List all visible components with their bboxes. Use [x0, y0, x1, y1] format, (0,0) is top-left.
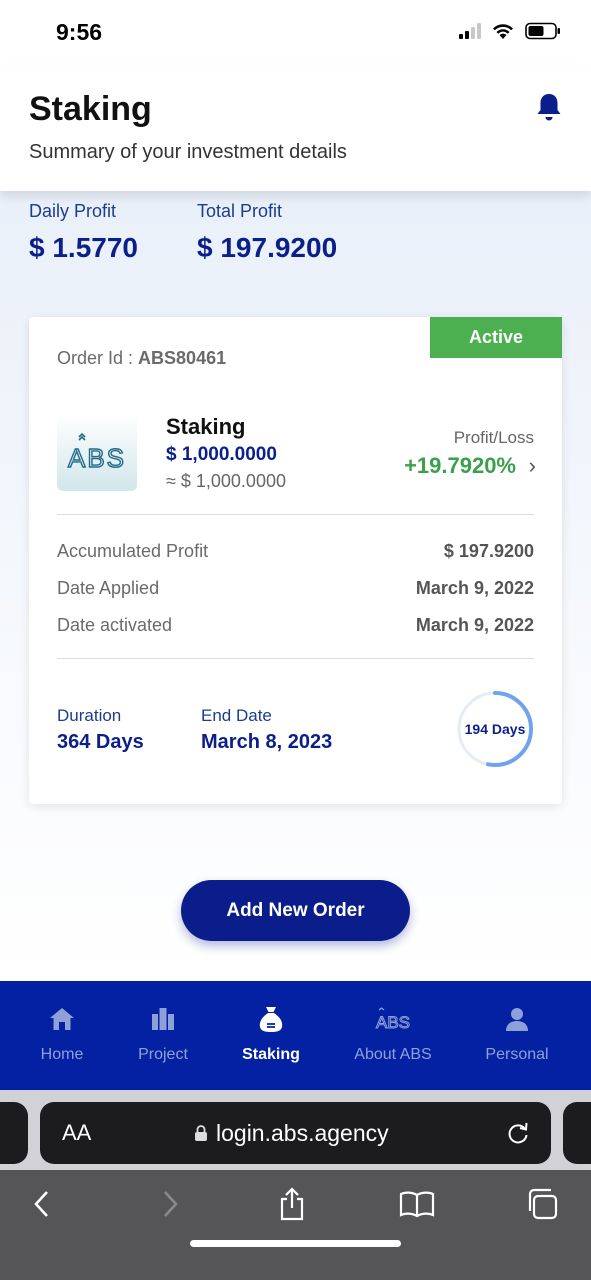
nav-item-personal[interactable]: Personal: [477, 981, 557, 1090]
total-profit-value: $ 197.9200: [197, 232, 338, 263]
notification-bell-icon[interactable]: [535, 92, 563, 122]
daily-profit: Daily Profit $ 1.5770: [29, 201, 138, 264]
profit-loss-value: +19.7920%: [404, 453, 516, 478]
person-icon: [506, 1008, 528, 1031]
page-header: Staking Summary of your investment detai…: [0, 66, 591, 191]
url-display[interactable]: login.abs.agency: [194, 1120, 389, 1147]
chevron-left-icon: [34, 1191, 48, 1217]
next-tab-peek[interactable]: [563, 1102, 591, 1164]
abs-logo-icon: ABS: [375, 1007, 411, 1032]
nav-item-project[interactable]: Project: [123, 981, 203, 1090]
nav-label-home: Home: [40, 1046, 84, 1063]
divider: [57, 658, 534, 659]
date-activated-label: Date activated: [57, 615, 173, 635]
building-icon: [152, 1008, 174, 1030]
abs-logo: ABS: [57, 414, 137, 491]
date-applied-value: March 9, 2022: [415, 578, 534, 598]
duration-value: 364 Days: [57, 731, 144, 753]
browser-chrome: AA login.abs.agency: [0, 1090, 591, 1280]
order-card[interactable]: Active Order Id : ABS80461 ABS Staking $…: [29, 317, 562, 804]
reload-icon[interactable]: [505, 1120, 531, 1146]
bookmarks-button[interactable]: [397, 1184, 437, 1224]
browser-toolbar: [0, 1170, 591, 1280]
accumulated-profit-value: $ 197.9200: [443, 541, 534, 561]
battery-icon: [525, 22, 560, 40]
wifi-icon: [493, 24, 513, 39]
page-title: Staking: [29, 90, 152, 128]
share-icon: [280, 1187, 304, 1221]
days-remaining: 194 Days: [464, 721, 526, 737]
forward-button[interactable]: [150, 1184, 190, 1224]
nav-label-project: Project: [138, 1046, 188, 1063]
accumulated-profit-label: Accumulated Profit: [57, 541, 209, 561]
tabs-icon: [528, 1188, 558, 1220]
divider: [57, 514, 534, 515]
cellular-signal-icon: [459, 23, 481, 39]
order-id-label: Order Id :: [57, 348, 134, 368]
nav-label-personal: Personal: [485, 1046, 549, 1063]
date-activated-value: March 9, 2022: [415, 615, 534, 635]
nav-abs-logo-text: ABS: [376, 1013, 410, 1032]
status-bar: 9:56: [0, 0, 591, 66]
order-id: Order Id : ABS80461: [57, 348, 226, 369]
chevron-right-icon: [164, 1191, 178, 1217]
url-text: login.abs.agency: [216, 1119, 389, 1146]
text-size-button[interactable]: AA: [62, 1120, 91, 1146]
abs-logo-text: ABS: [68, 443, 126, 473]
order-id-value: ABS80461: [138, 348, 227, 368]
total-profit: Total Profit $ 197.9200: [197, 201, 337, 264]
product-name: Staking: [166, 414, 246, 439]
back-button[interactable]: [22, 1184, 62, 1224]
end-date-label: End Date: [201, 706, 272, 725]
nav-label-about-abs: About ABS: [354, 1046, 432, 1063]
bottom-nav: Home Project Staking ABS About ABS Perso…: [0, 981, 591, 1090]
daily-profit-value: $ 1.5770: [29, 232, 138, 263]
end-date-value: March 8, 2023: [201, 731, 333, 753]
product-approx-amount: ≈ $ 1,000.0000: [166, 471, 286, 491]
lock-icon: [195, 1125, 207, 1141]
home-icon: [50, 1008, 74, 1030]
daily-profit-label: Daily Profit: [29, 201, 117, 221]
profit-loss-label: Profit/Loss: [453, 428, 534, 447]
address-bar[interactable]: AA login.abs.agency: [40, 1102, 551, 1164]
previous-tab-peek[interactable]: [0, 1102, 28, 1164]
nav-item-home[interactable]: Home: [22, 981, 102, 1090]
status-badge: Active: [430, 317, 562, 358]
share-button[interactable]: [272, 1184, 312, 1224]
product-amount: $ 1,000.0000: [166, 444, 277, 465]
home-indicator: [190, 1240, 401, 1247]
book-icon: [399, 1191, 435, 1218]
total-profit-label: Total Profit: [197, 201, 283, 221]
nav-item-staking[interactable]: Staking: [231, 981, 311, 1090]
nav-label-staking: Staking: [242, 1046, 300, 1063]
status-icons: [459, 22, 561, 40]
chevron-right-icon[interactable]: ›: [529, 453, 536, 479]
status-time: 9:56: [56, 19, 103, 45]
duration-label: Duration: [57, 706, 122, 725]
abs-logo-icon: ABS: [67, 432, 126, 473]
page-subtitle: Summary of your investment details: [29, 141, 347, 163]
nav-item-about-abs[interactable]: ABS About ABS: [343, 981, 443, 1090]
tabs-button[interactable]: [522, 1184, 562, 1224]
main-content: Daily Profit $ 1.5770 Total Profit $ 197…: [0, 191, 591, 981]
money-bag-icon: [259, 1007, 283, 1032]
add-new-order-button[interactable]: Add New Order: [181, 880, 410, 941]
date-applied-label: Date Applied: [57, 578, 160, 598]
